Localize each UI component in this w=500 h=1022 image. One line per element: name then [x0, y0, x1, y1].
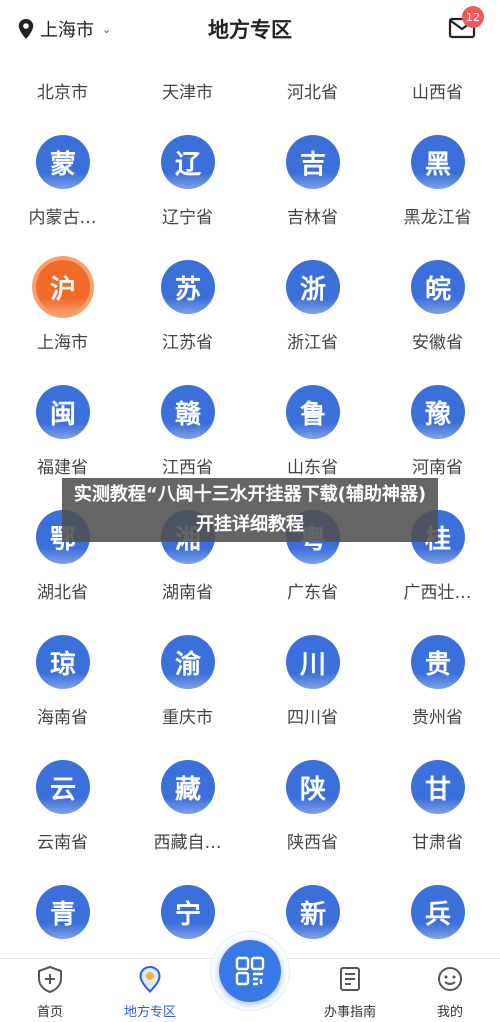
region-label: 上海市	[37, 333, 88, 353]
overlay-banner: 实测教程“八闽十三水开挂器下载(辅助神器)开挂详细教程	[62, 478, 438, 542]
region-emblem-icon: 新	[286, 885, 340, 939]
region-label: 安徽省	[412, 333, 463, 353]
region-cell[interactable]: 皖安徽省	[375, 250, 500, 375]
region-label: 甘肃省	[412, 833, 463, 853]
region-emblem-icon: 甘	[411, 760, 465, 814]
region-label: 内蒙古…	[28, 208, 97, 228]
region-emblem-icon: 黑	[411, 135, 465, 189]
scan-button[interactable]	[211, 932, 289, 1010]
region-label: 河南省	[412, 458, 463, 478]
region-emblem-icon: 渝	[161, 635, 215, 689]
region-label: 西藏自…	[153, 833, 222, 853]
region-cell[interactable]: 蒙内蒙古…	[0, 125, 125, 250]
region-emblem-icon: 浙	[286, 260, 340, 314]
page-title: 地方专区	[208, 18, 292, 42]
region-cell[interactable]: 琼海南省	[0, 625, 125, 750]
region-label: 吉林省	[287, 208, 338, 228]
region-label: 湖南省	[162, 583, 213, 603]
region-emblem-icon: 豫	[411, 385, 465, 439]
region-emblem-icon: 青	[36, 885, 90, 939]
region-emblem-icon: 陕	[286, 760, 340, 814]
location-pin-icon	[139, 965, 161, 993]
nav-guide[interactable]: 办事指南	[300, 959, 400, 1022]
region-emblem-icon: 赣	[161, 385, 215, 439]
region-emblem-icon: 藏	[161, 760, 215, 814]
region-emblem-icon: 云	[36, 760, 90, 814]
region-label: 广西壮…	[403, 583, 472, 603]
nav-home[interactable]: 首页	[0, 959, 100, 1022]
region-label: 云南省	[37, 833, 88, 853]
region-cell[interactable]: 沪上海市	[0, 250, 125, 375]
region-label: 湖北省	[37, 583, 88, 603]
nav-label: 地方专区	[123, 1005, 176, 1020]
nav-label: 我的	[436, 1005, 463, 1020]
region-cell[interactable]: 浙浙江省	[250, 250, 375, 375]
region-label: 江苏省	[162, 333, 213, 353]
region-cell[interactable]: 渝重庆市	[125, 625, 250, 750]
smiley-icon	[438, 967, 462, 991]
region-label: 天津市	[162, 83, 213, 103]
nav-profile[interactable]: 我的	[400, 959, 500, 1022]
nav-local-zone[interactable]: 地方专区	[100, 959, 200, 1022]
document-icon	[340, 967, 360, 991]
region-emblem-icon: 辽	[161, 135, 215, 189]
region-label: 北京市	[37, 83, 88, 103]
region-emblem-icon: 鲁	[286, 385, 340, 439]
region-label: 广东省	[287, 583, 338, 603]
region-cell[interactable]: 苏江苏省	[125, 250, 250, 375]
region-cell[interactable]: 贵贵州省	[375, 625, 500, 750]
top-bar: 上海市 ⌄ 地方专区 12	[0, 0, 500, 58]
region-label: 重庆市	[162, 708, 213, 728]
region-label: 河北省	[287, 83, 338, 103]
nav-label: 首页	[36, 1005, 63, 1020]
region-label: 山东省	[287, 458, 338, 478]
region-label: 陕西省	[287, 833, 338, 853]
region-cell[interactable]: 辽辽宁省	[125, 125, 250, 250]
region-emblem-icon: 吉	[286, 135, 340, 189]
scan-button-core	[219, 940, 281, 1002]
region-emblem-icon: 兵	[411, 885, 465, 939]
region-emblem-icon: 川	[286, 635, 340, 689]
region-cell[interactable]: 藏西藏自…	[125, 750, 250, 875]
region-label: 辽宁省	[162, 208, 213, 228]
region-cell[interactable]: 川四川省	[250, 625, 375, 750]
region-emblem-icon: 宁	[161, 885, 215, 939]
region-label: 浙江省	[287, 333, 338, 353]
qr-grid-icon	[235, 956, 265, 986]
notification-badge: 12	[462, 6, 484, 28]
home-shield-icon	[38, 965, 62, 993]
region-cell[interactable]: 黑黑龙江省	[375, 125, 500, 250]
region-label: 贵州省	[412, 708, 463, 728]
region-emblem-icon: 贵	[411, 635, 465, 689]
region-label: 江西省	[162, 458, 213, 478]
region-label: 山西省	[412, 83, 463, 103]
region-emblem-icon: 琼	[36, 635, 90, 689]
region-emblem-icon: 蒙	[36, 135, 90, 189]
region-cell[interactable]: 吉吉林省	[250, 125, 375, 250]
region-cell[interactable]: 云云南省	[0, 750, 125, 875]
region-cell[interactable]: 甘甘肃省	[375, 750, 500, 875]
region-emblem-icon: 皖	[411, 260, 465, 314]
region-label: 黑龙江省	[403, 208, 472, 228]
region-label: 四川省	[287, 708, 338, 728]
region-label: 福建省	[37, 458, 88, 478]
region-label: 海南省	[37, 708, 88, 728]
region-emblem-icon: 沪	[36, 260, 90, 314]
region-emblem-icon: 苏	[161, 260, 215, 314]
region-cell[interactable]: 陕陕西省	[250, 750, 375, 875]
nav-label: 办事指南	[323, 1005, 376, 1020]
region-emblem-icon: 闽	[36, 385, 90, 439]
